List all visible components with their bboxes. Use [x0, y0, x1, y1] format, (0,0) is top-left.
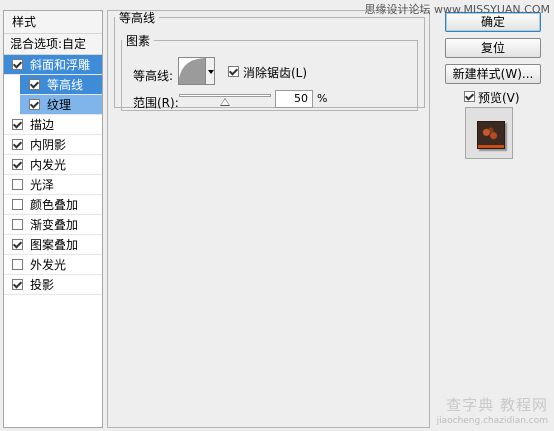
watermark-bottom-main: 查字典 教程网 [446, 396, 548, 414]
style-item-outer-glow[interactable]: 外发光 [4, 255, 102, 275]
range-unit: % [317, 92, 328, 105]
style-item-label: 内发光 [30, 158, 67, 172]
color-overlay-checkbox[interactable] [12, 199, 23, 210]
new-style-button[interactable]: 新建样式(W)... [445, 64, 541, 84]
contour-label: 等高线: [133, 69, 174, 83]
style-item-contour[interactable]: 等高线 [20, 75, 102, 95]
style-item-label: 描边 [30, 118, 55, 132]
style-item-label: 颜色叠加 [30, 198, 79, 212]
bevel-emboss-checkbox[interactable] [12, 59, 23, 70]
antialias-label: 消除锯齿(L) [243, 66, 308, 80]
elements-fieldset: 图素 等高线: 消除锯齿(L) 范围(R): 50 % [121, 32, 418, 111]
outer-glow-checkbox[interactable] [12, 259, 23, 270]
contour-checkbox[interactable] [29, 79, 40, 90]
style-item-label: 渐变叠加 [30, 218, 79, 232]
range-slider-track[interactable] [179, 94, 271, 97]
watermark-bottom-small: jiaocheng.chazidian.com [436, 416, 548, 426]
style-item-label: 斜面和浮雕 [30, 58, 91, 72]
style-item-color-overlay[interactable]: 颜色叠加 [4, 195, 102, 215]
styles-panel: 样式 混合选项:自定 斜面和浮雕 等高线 纹理 描边 内阴影 内发光 光泽 颜色… [3, 10, 103, 428]
style-item-stroke[interactable]: 描边 [4, 115, 102, 135]
contour-dropdown-button[interactable] [206, 57, 215, 85]
styles-header[interactable]: 样式 [4, 11, 102, 34]
antialias-checkbox[interactable] [228, 66, 239, 77]
style-item-label: 光泽 [30, 178, 55, 192]
contour-curve-icon [179, 58, 205, 84]
watermark-bottom: 查字典 教程网 jiaocheng.chazidian.com [437, 397, 548, 429]
style-item-label: 外发光 [30, 258, 67, 272]
elements-group-title: 图素 [126, 34, 151, 48]
style-item-pattern-overlay[interactable]: 图案叠加 [4, 235, 102, 255]
reset-button[interactable]: 复位 [445, 38, 541, 58]
blending-options[interactable]: 混合选项:自定 [4, 34, 102, 55]
preview-checkbox[interactable] [464, 91, 475, 102]
contour-settings-panel: 等高线 图素 等高线: 消除锯齿(L) 范围(R): 50 % [107, 9, 430, 428]
contour-picker[interactable] [178, 57, 206, 85]
stroke-checkbox[interactable] [12, 119, 23, 130]
gradient-overlay-checkbox[interactable] [12, 219, 23, 230]
style-preview [465, 107, 513, 159]
style-item-label: 内阴影 [30, 138, 67, 152]
watermark-top: 思缘设计论坛 www.MISSYUAN.COM [364, 3, 550, 16]
style-item-label: 等高线 [47, 78, 84, 92]
style-item-inner-shadow[interactable]: 内阴影 [4, 135, 102, 155]
contour-section-title: 等高线 [119, 11, 156, 25]
preview-swatch [477, 121, 505, 149]
style-item-satin[interactable]: 光泽 [4, 175, 102, 195]
drop-shadow-checkbox[interactable] [12, 279, 23, 290]
style-item-label: 投影 [30, 278, 55, 292]
contour-fieldset: 等高线 图素 等高线: 消除锯齿(L) 范围(R): 50 % [114, 9, 425, 111]
satin-checkbox[interactable] [12, 179, 23, 190]
range-input[interactable]: 50 [275, 90, 313, 108]
style-item-drop-shadow[interactable]: 投影 [4, 275, 102, 295]
preview-label: 预览(V) [478, 91, 520, 105]
style-item-gradient-overlay[interactable]: 渐变叠加 [4, 215, 102, 235]
range-label: 范围(R): [133, 96, 179, 110]
style-item-texture[interactable]: 纹理 [20, 95, 102, 115]
range-slider-thumb[interactable] [220, 98, 230, 106]
texture-checkbox[interactable] [29, 99, 40, 110]
inner-glow-checkbox[interactable] [12, 159, 23, 170]
style-item-inner-glow[interactable]: 内发光 [4, 155, 102, 175]
inner-shadow-checkbox[interactable] [12, 139, 23, 150]
style-item-label: 纹理 [47, 98, 72, 112]
style-item-label: 图案叠加 [30, 238, 79, 252]
style-item-bevel-emboss[interactable]: 斜面和浮雕 [4, 55, 102, 75]
pattern-overlay-checkbox[interactable] [12, 239, 23, 250]
